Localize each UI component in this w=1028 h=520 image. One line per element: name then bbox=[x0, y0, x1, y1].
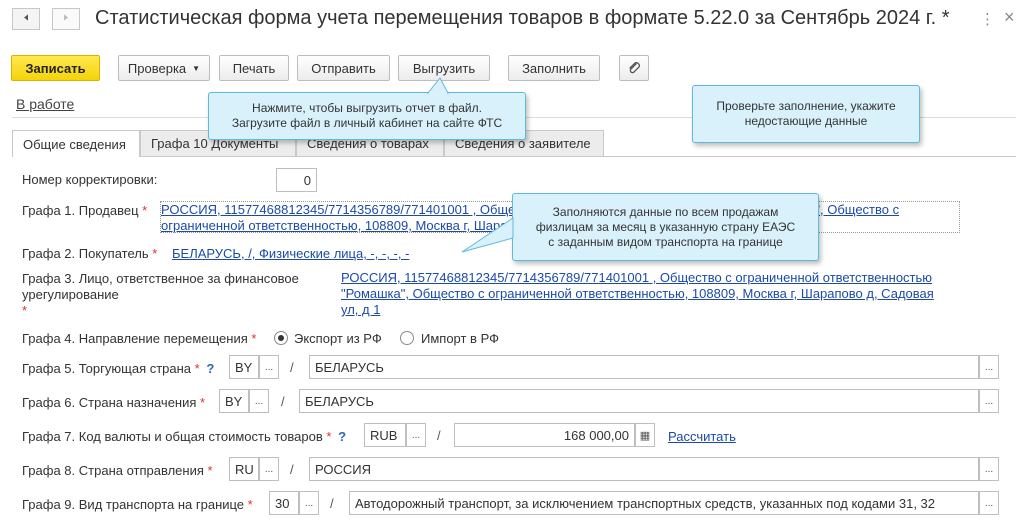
callout-buyer-pointer bbox=[461, 217, 514, 253]
